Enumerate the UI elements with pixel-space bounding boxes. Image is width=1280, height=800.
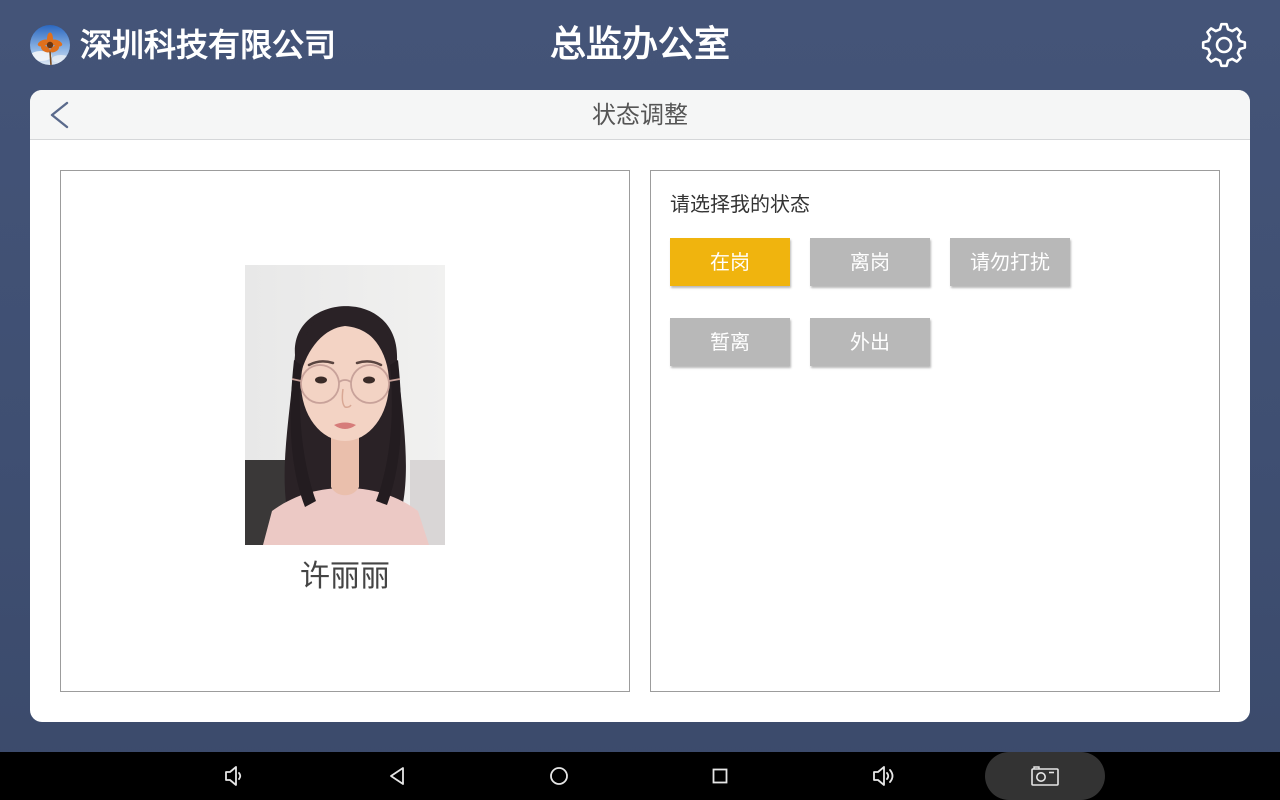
volume-down-button[interactable] <box>218 761 248 791</box>
user-name: 许丽丽 <box>300 559 390 594</box>
top-bar: 深圳科技有限公司 总监办公室 <box>0 0 1280 90</box>
status-option-on-duty[interactable]: 在岗 <box>670 238 790 286</box>
volume-down-icon <box>225 766 242 786</box>
system-nav-bar <box>0 752 1280 800</box>
nav-home-button[interactable] <box>544 761 574 791</box>
volume-up-button[interactable] <box>868 761 898 791</box>
room-title: 总监办公室 <box>549 24 730 65</box>
status-option-off-duty[interactable]: 离岗 <box>810 238 930 286</box>
back-triangle-icon <box>390 767 404 785</box>
profile-panel: 许丽丽 <box>60 170 630 692</box>
card-header: 状态调整 <box>30 90 1250 140</box>
status-option-out[interactable]: 外出 <box>810 318 930 366</box>
company-name: 深圳科技有限公司 <box>80 26 337 64</box>
screenshot-button[interactable] <box>985 752 1105 800</box>
user-photo <box>245 265 445 545</box>
recents-square-icon <box>712 768 728 784</box>
nav-back-button[interactable] <box>382 761 412 791</box>
status-option-do-not-disturb[interactable]: 请勿打扰 <box>950 238 1070 286</box>
nav-recents-button[interactable] <box>705 761 735 791</box>
status-options: 在岗 离岗 请勿打扰 暂离 外出 <box>670 238 1070 366</box>
status-option-away[interactable]: 暂离 <box>670 318 790 366</box>
chevron-left-icon <box>50 101 69 129</box>
gear-icon <box>1201 22 1247 68</box>
status-prompt: 请选择我的状态 <box>670 192 810 216</box>
home-circle-icon <box>550 767 568 785</box>
settings-button[interactable] <box>1200 21 1248 69</box>
page-title: 状态调整 <box>592 101 688 129</box>
screenshot-icon <box>1031 766 1059 786</box>
status-panel: 请选择我的状态 在岗 离岗 请勿打扰 暂离 外出 <box>650 170 1220 692</box>
back-button[interactable] <box>46 100 76 130</box>
company-logo-icon <box>30 25 70 65</box>
volume-up-icon <box>873 766 894 786</box>
status-card: 状态调整 许丽丽 请选择我的状态 在岗 离岗 请勿打扰 暂离 外出 <box>30 90 1250 722</box>
